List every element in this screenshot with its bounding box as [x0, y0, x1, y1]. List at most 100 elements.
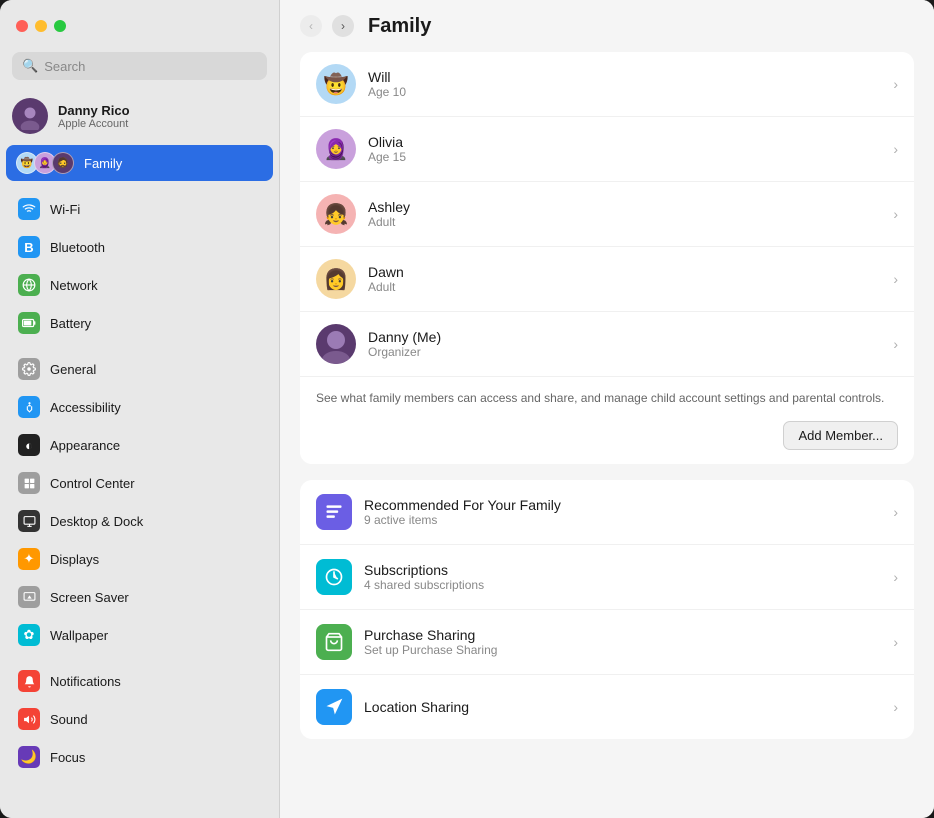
chevron-right-icon-ashley: › [893, 206, 898, 222]
member-row-danny[interactable]: Danny (Me) Organizer › [300, 312, 914, 377]
main-header: ‹ › Family [280, 0, 934, 52]
member-role-ashley: Adult [368, 215, 893, 229]
sidebar-item-notifications-label: Notifications [50, 674, 121, 689]
sidebar-item-family[interactable]: 🤠 🧕 🧔 Family [6, 145, 273, 181]
wifi-icon [18, 198, 40, 220]
battery-icon [18, 312, 40, 334]
bluetooth-icon: B [18, 236, 40, 258]
feature-name-recommended: Recommended For Your Family [364, 497, 893, 513]
sidebar-item-accessibility-label: Accessibility [50, 400, 121, 415]
network-icon [18, 274, 40, 296]
sidebar-item-bluetooth-label: Bluetooth [50, 240, 105, 255]
sidebar: 🔍 Search Danny Rico Apple Account 🤠 🧕 [0, 0, 280, 818]
members-card: 🤠 Will Age 10 › 🧕 Olivia Age 15 › [300, 52, 914, 464]
features-card: Recommended For Your Family 9 active ite… [300, 480, 914, 739]
member-info-olivia: Olivia Age 15 [368, 134, 893, 164]
sidebar-item-displays[interactable]: ✦ Displays [6, 541, 273, 577]
recommended-icon [316, 494, 352, 530]
member-name-dawn: Dawn [368, 264, 893, 280]
feature-name-location: Location Sharing [364, 699, 893, 715]
focus-icon: 🌙 [18, 746, 40, 768]
account-subtitle: Apple Account [58, 118, 130, 130]
search-placeholder: Search [44, 59, 85, 74]
feature-info-location: Location Sharing [364, 699, 893, 715]
member-info-dawn: Dawn Adult [368, 264, 893, 294]
sidebar-item-desktop-dock-label: Desktop & Dock [50, 514, 143, 529]
member-info-danny: Danny (Me) Organizer [368, 329, 893, 359]
general-icon [18, 358, 40, 380]
sidebar-item-battery[interactable]: Battery [6, 305, 273, 341]
feature-info-subscriptions: Subscriptions 4 shared subscriptions [364, 562, 893, 592]
forward-button[interactable]: › [332, 15, 354, 37]
feature-info-purchase: Purchase Sharing Set up Purchase Sharing [364, 627, 893, 657]
sidebar-item-appearance[interactable]: ◐ Appearance [6, 427, 273, 463]
notifications-icon [18, 670, 40, 692]
sidebar-item-general[interactable]: General [6, 351, 273, 387]
close-button[interactable] [16, 20, 28, 32]
sidebar-item-network-label: Network [50, 278, 98, 293]
feature-sub-subscriptions: 4 shared subscriptions [364, 578, 893, 592]
family-description: See what family members can access and s… [316, 389, 898, 407]
accessibility-icon [18, 396, 40, 418]
sidebar-item-bluetooth[interactable]: B Bluetooth [6, 229, 273, 265]
member-name-will: Will [368, 69, 893, 85]
sidebar-item-battery-label: Battery [50, 316, 91, 331]
purchase-sharing-icon [316, 624, 352, 660]
feature-info-recommended: Recommended For Your Family 9 active ite… [364, 497, 893, 527]
sidebar-item-screen-saver[interactable]: Screen Saver [6, 579, 273, 615]
sidebar-item-wallpaper-label: Wallpaper [50, 628, 108, 643]
sidebar-item-focus-label: Focus [50, 750, 85, 765]
wallpaper-icon: ✿ [18, 624, 40, 646]
control-center-icon [18, 472, 40, 494]
sidebar-item-notifications[interactable]: Notifications [6, 663, 273, 699]
sidebar-item-focus[interactable]: 🌙 Focus [6, 739, 273, 775]
chevron-right-icon-will: › [893, 76, 898, 92]
chevron-right-icon-purchase: › [893, 634, 898, 650]
member-row-will[interactable]: 🤠 Will Age 10 › [300, 52, 914, 117]
chevron-right-icon-danny: › [893, 336, 898, 352]
family-avatars: 🤠 🧕 🧔 [16, 152, 74, 174]
member-row-olivia[interactable]: 🧕 Olivia Age 15 › [300, 117, 914, 182]
search-icon: 🔍 [22, 58, 38, 74]
feature-name-subscriptions: Subscriptions [364, 562, 893, 578]
account-section[interactable]: Danny Rico Apple Account [0, 90, 279, 144]
member-name-olivia: Olivia [368, 134, 893, 150]
displays-icon: ✦ [18, 548, 40, 570]
description-section: See what family members can access and s… [300, 377, 914, 411]
page-title: Family [368, 15, 431, 38]
chevron-right-icon-olivia: › [893, 141, 898, 157]
add-member-button[interactable]: Add Member... [783, 421, 898, 450]
member-avatar-ashley: 👧 [316, 194, 356, 234]
sidebar-item-sound[interactable]: Sound [6, 701, 273, 737]
sidebar-item-accessibility[interactable]: Accessibility [6, 389, 273, 425]
search-bar[interactable]: 🔍 Search [12, 52, 267, 80]
feature-row-location[interactable]: Location Sharing › [300, 675, 914, 739]
member-role-dawn: Adult [368, 280, 893, 294]
feature-row-recommended[interactable]: Recommended For Your Family 9 active ite… [300, 480, 914, 545]
sidebar-item-network[interactable]: Network [6, 267, 273, 303]
member-row-ashley[interactable]: 👧 Ashley Adult › [300, 182, 914, 247]
main-content: ‹ › Family 🤠 Will Age 10 › 🧕 [280, 0, 934, 818]
sidebar-item-wifi[interactable]: Wi-Fi [6, 191, 273, 227]
feature-row-subscriptions[interactable]: Subscriptions 4 shared subscriptions › [300, 545, 914, 610]
feature-row-purchase[interactable]: Purchase Sharing Set up Purchase Sharing… [300, 610, 914, 675]
minimize-button[interactable] [35, 20, 47, 32]
screen-saver-icon [18, 586, 40, 608]
add-member-section: Add Member... [300, 411, 914, 464]
fullscreen-button[interactable] [54, 20, 66, 32]
member-row-dawn[interactable]: 👩 Dawn Adult › [300, 247, 914, 312]
chevron-right-icon-dawn: › [893, 271, 898, 287]
subscriptions-icon [316, 559, 352, 595]
member-info-ashley: Ashley Adult [368, 199, 893, 229]
back-button[interactable]: ‹ [300, 15, 322, 37]
sidebar-item-control-center-label: Control Center [50, 476, 135, 491]
member-avatar-will: 🤠 [316, 64, 356, 104]
sidebar-item-general-label: General [50, 362, 96, 377]
chevron-right-icon-recommended: › [893, 504, 898, 520]
sidebar-item-control-center[interactable]: Control Center [6, 465, 273, 501]
account-avatar [12, 98, 48, 134]
sidebar-item-wallpaper[interactable]: ✿ Wallpaper [6, 617, 273, 653]
sidebar-item-desktop-dock[interactable]: Desktop & Dock [6, 503, 273, 539]
sidebar-item-displays-label: Displays [50, 552, 99, 567]
member-avatar-olivia: 🧕 [316, 129, 356, 169]
